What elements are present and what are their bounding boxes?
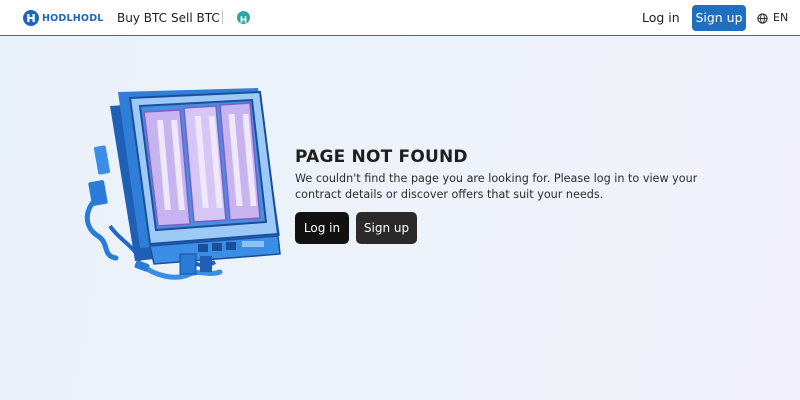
nav-buy-btc[interactable]: Buy BTC <box>117 10 167 26</box>
language-label: EN <box>773 11 789 24</box>
logo-icon <box>23 10 39 26</box>
logo-text: HODLHODL <box>42 12 104 24</box>
nav-divider <box>222 11 223 24</box>
language-selector[interactable]: EN <box>757 10 788 26</box>
hodl-coin-icon[interactable] <box>237 11 250 24</box>
signup-button[interactable]: Sign up <box>356 212 417 244</box>
not-found-content: PAGE NOT FOUND We couldn't find the page… <box>295 146 735 244</box>
hodlhodl-logo[interactable]: HODLHODL <box>23 10 104 26</box>
not-found-illustration <box>80 86 285 291</box>
header-login-link[interactable]: Log in <box>642 10 680 26</box>
error-message: We couldn't find the page you are lookin… <box>295 172 698 201</box>
header-signup-button[interactable]: Sign up <box>692 5 746 31</box>
top-navbar: HODLHODL Buy BTC Sell BTC Log in Sign up… <box>0 0 800 36</box>
login-button[interactable]: Log in <box>295 212 349 244</box>
globe-icon <box>757 12 768 24</box>
page-title: PAGE NOT FOUND <box>295 147 468 167</box>
action-buttons: Log in Sign up <box>295 212 417 244</box>
nav-sell-btc[interactable]: Sell BTC <box>171 10 220 26</box>
